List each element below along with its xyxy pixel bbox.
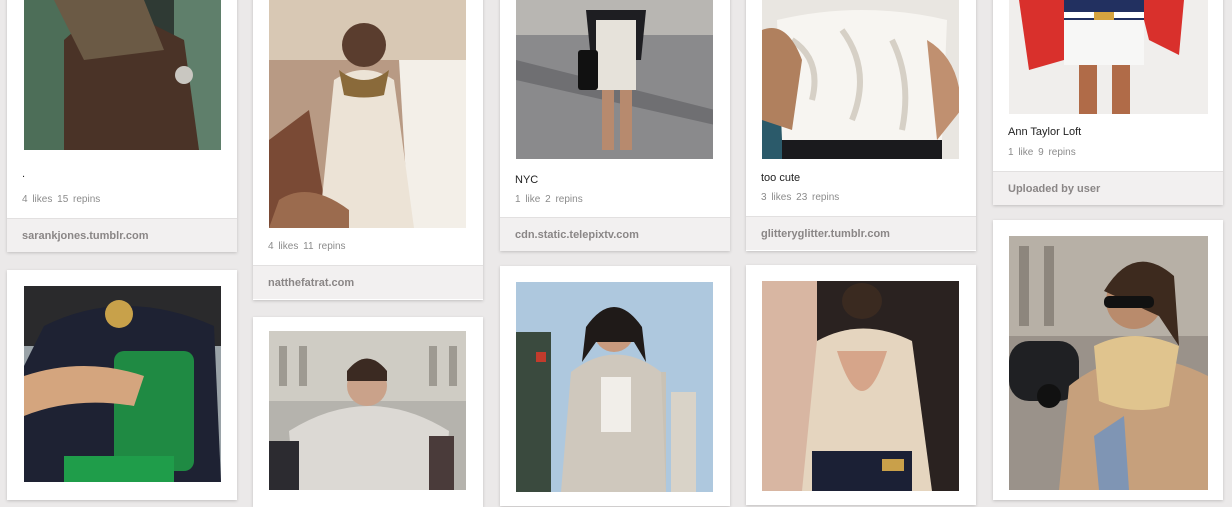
pin-image[interactable] [1009,0,1208,114]
pin-image[interactable] [762,281,959,491]
pin-source-link[interactable]: glitteryglitter.tumblr.com [746,216,976,250]
pin-card[interactable] [746,265,976,505]
pin-image[interactable] [762,0,959,159]
repins-count: 15 repins [57,194,101,205]
pin-stats: 4 likes 11 repins [268,241,346,252]
pin-image[interactable] [24,286,221,482]
pin-stats: 4 likes 15 repins [22,194,100,205]
pin-image[interactable] [269,0,466,228]
pin-caption: Ann Taylor Loft [1008,126,1082,138]
pin-stats: 1 like 2 repins [515,194,583,205]
pin-source-link[interactable]: Uploaded by user [993,171,1223,205]
pin-card[interactable]: Ann Taylor Loft 1 like 9 repins Uploaded… [993,0,1223,205]
pin-card[interactable]: NYC 1 like 2 repins cdn.static.telepixtv… [500,0,730,251]
likes-count: 3 likes [761,192,792,203]
pin-card[interactable] [7,270,237,500]
pin-image[interactable] [516,282,713,492]
pin-card[interactable]: . 4 likes 15 repins sarankjones.tumblr.c… [7,0,237,252]
pin-card[interactable]: too cute 3 likes 23 repins glitteryglitt… [746,0,976,251]
pin-image[interactable] [24,0,221,150]
repins-count: 23 repins [796,192,840,203]
pin-caption: too cute [761,172,801,184]
pin-image[interactable] [516,0,713,159]
pin-card[interactable] [993,220,1223,500]
pin-card[interactable] [253,317,483,507]
pin-stats: 1 like 9 repins [1008,147,1076,158]
pin-source-link[interactable]: sarankjones.tumblr.com [7,218,237,252]
repins-count: 11 repins [303,241,346,252]
repins-count: 9 repins [1038,147,1076,158]
pin-card[interactable] [500,266,730,506]
pin-source-link[interactable]: natthefatrat.com [253,265,483,299]
pin-caption: NYC [515,174,539,186]
likes-count: 4 likes [22,194,53,205]
pin-image[interactable] [269,331,466,490]
pin-card[interactable]: 4 likes 11 repins natthefatrat.com [253,0,483,300]
likes-count: 1 like [515,194,541,205]
likes-count: 1 like [1008,147,1034,158]
likes-count: 4 likes [268,241,299,252]
pin-caption: . [22,168,26,180]
repins-count: 2 repins [545,194,583,205]
pin-stats: 3 likes 23 repins [761,192,839,203]
pin-source-link[interactable]: cdn.static.telepixtv.com [500,217,730,251]
pin-image[interactable] [1009,236,1208,490]
